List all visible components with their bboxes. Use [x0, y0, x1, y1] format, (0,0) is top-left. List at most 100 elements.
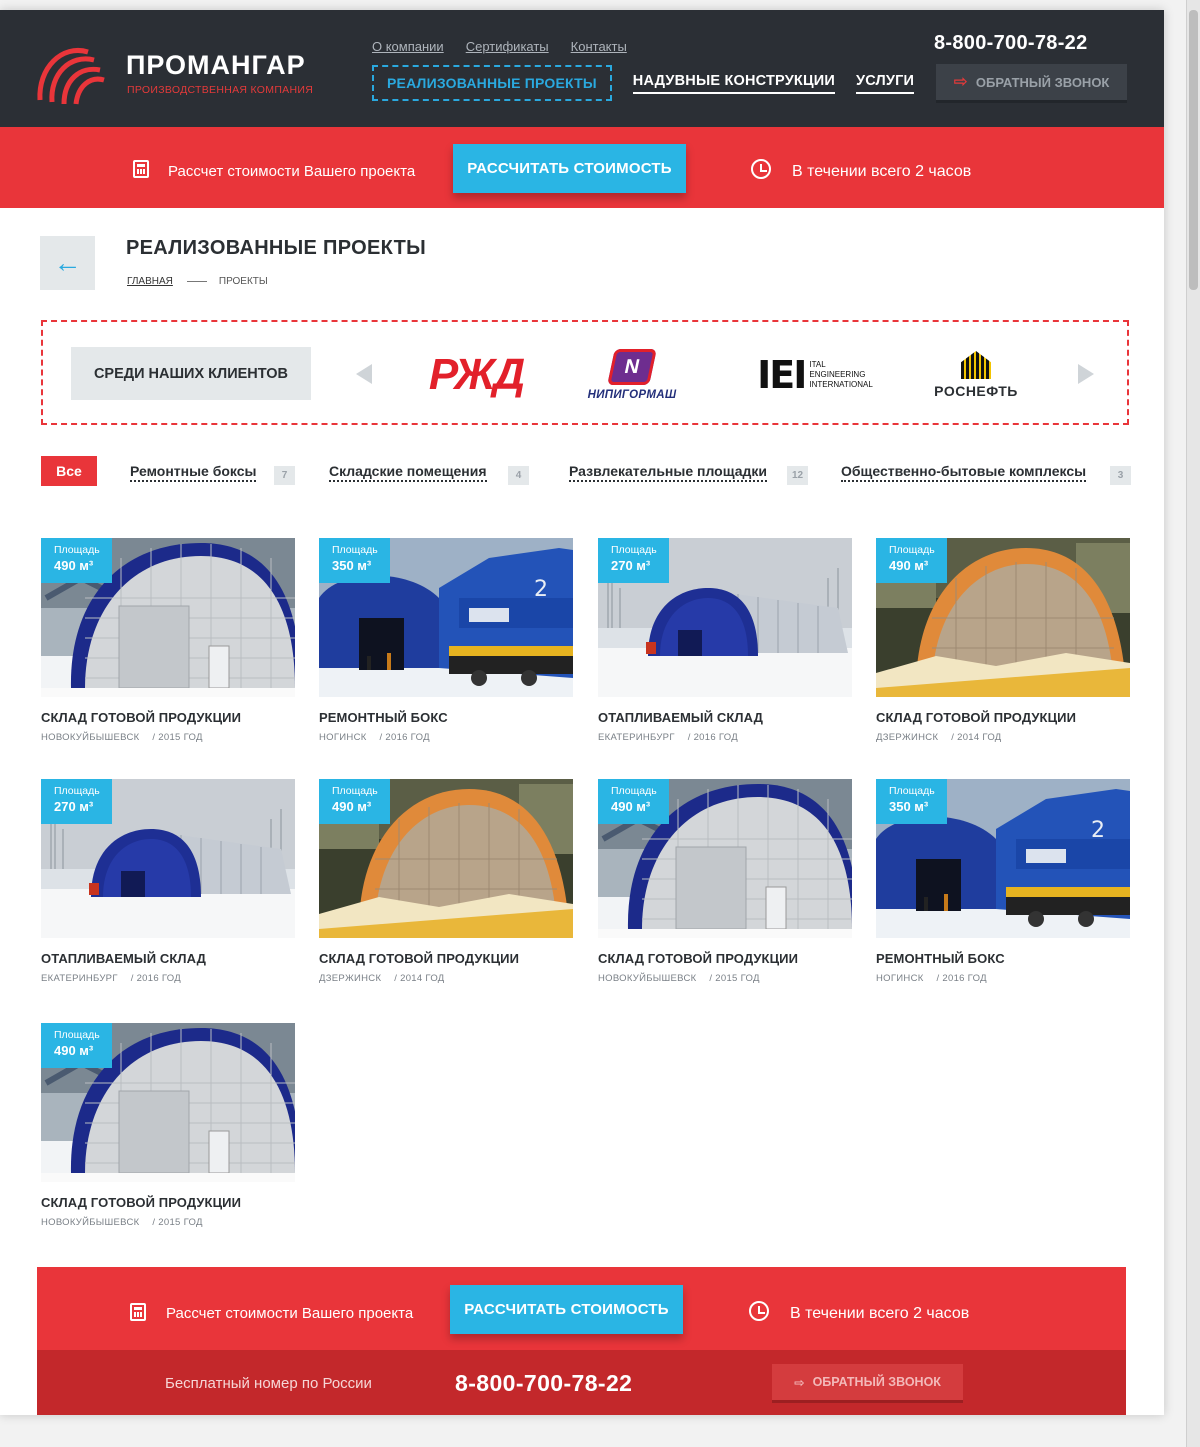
logo[interactable]: ПРОМАНГАР ПРОИЗВОДСТВЕННАЯ КОМПАНИЯ	[34, 38, 314, 108]
area-value: 270 м³	[611, 558, 651, 573]
breadcrumb-home[interactable]: ГЛАВНАЯ	[127, 276, 173, 287]
calculate-button[interactable]: РАССЧИТАТЬ СТОИМОСТЬ	[450, 1285, 683, 1334]
breadcrumb: ГЛАВНАЯ ПРОЕКТЫ	[127, 276, 268, 287]
project-city: НОГИНСК	[319, 732, 367, 743]
nav-inflatable[interactable]: НАДУВНЫЕ КОНСТРУКЦИИ	[632, 73, 835, 94]
project-photo[interactable]: Площадь 490 м³	[41, 538, 295, 697]
project-card[interactable]: Площадь 490 м³ СКЛАД ГОТОВОЙ ПРОДУКЦИИ Н…	[41, 538, 295, 743]
link-contacts[interactable]: Контакты	[571, 39, 627, 54]
project-city: ДЗЕРЖИНСК	[319, 973, 382, 984]
scrollbar-thumb[interactable]	[1189, 10, 1198, 290]
header-phone[interactable]: 8-800-700-78-22	[934, 32, 1088, 55]
callback-button[interactable]: ⇨ ОБРАТНЫЙ ЗВОНОК	[936, 64, 1127, 100]
project-card[interactable]: Площадь 350 м³ 2 РЕМОНТНЫЙ БОКС НОГИНСК …	[876, 779, 1130, 984]
project-card[interactable]: Площадь 350 м³ 2 РЕМОНТНЫЙ БОКС НОГИНСК …	[319, 538, 573, 743]
area-badge: Площадь 490 м³	[41, 538, 112, 583]
filter-count: 7	[274, 466, 295, 485]
project-title[interactable]: СКЛАД ГОТОВОЙ ПРОДУКЦИИ	[598, 951, 852, 966]
project-title[interactable]: СКЛАД ГОТОВОЙ ПРОДУКЦИИ	[41, 1195, 295, 1210]
nav-projects[interactable]: РЕАЛИЗОВАННЫЕ ПРОЕКТЫ	[372, 65, 612, 101]
project-title[interactable]: СКЛАД ГОТОВОЙ ПРОДУКЦИИ	[41, 710, 295, 725]
project-card[interactable]: Площадь 490 м³ СКЛАД ГОТОВОЙ ПРОДУКЦИИ Н…	[41, 1023, 295, 1228]
back-button[interactable]: ←	[40, 236, 95, 290]
project-card[interactable]: Площадь 490 м³ СКЛАД ГОТОВОЙ ПРОДУКЦИИ Д…	[319, 779, 573, 984]
breadcrumb-current: ПРОЕКТЫ	[218, 276, 268, 287]
area-label: Площадь	[889, 544, 935, 556]
nav-services[interactable]: УСЛУГИ	[856, 73, 915, 94]
category-filters: Все Ремонтные боксы 7 Складские помещени…	[41, 456, 1136, 488]
area-label: Площадь	[54, 785, 100, 797]
top-links: О компании Сертификаты Контакты	[372, 39, 627, 54]
project-year: / 2014 ГОД	[394, 973, 445, 984]
calculator-icon	[130, 1303, 146, 1321]
link-about[interactable]: О компании	[372, 39, 444, 54]
area-value: 350 м³	[332, 558, 372, 573]
nipigormash-mark: N	[607, 349, 657, 385]
project-year: / 2015 ГОД	[152, 1217, 203, 1228]
phone-exit-icon: ⇨	[794, 1375, 805, 1390]
project-meta: НОГИНСК / 2016 ГОД	[319, 732, 573, 743]
client-logo-rzd: РЖД	[421, 342, 531, 408]
project-photo[interactable]: Площадь 350 м³ 2	[876, 779, 1130, 938]
area-badge: Площадь 490 м³	[876, 538, 947, 583]
filter-all[interactable]: Все	[41, 456, 97, 486]
project-title[interactable]: СКЛАД ГОТОВОЙ ПРОДУКЦИИ	[319, 951, 573, 966]
project-title[interactable]: ОТАПЛИВАЕМЫЙ СКЛАД	[598, 710, 852, 725]
project-year: / 2016 ГОД	[687, 732, 738, 743]
carousel-next-icon[interactable]	[1078, 364, 1094, 384]
area-label: Площадь	[611, 785, 657, 797]
project-title[interactable]: ОТАПЛИВАЕМЫЙ СКЛАД	[41, 951, 295, 966]
project-photo[interactable]: Площадь 490 м³	[876, 538, 1130, 697]
area-value: 490 м³	[332, 799, 372, 814]
filter-count: 4	[508, 466, 529, 485]
project-year: / 2016 ГОД	[936, 973, 987, 984]
area-value: 490 м³	[611, 799, 651, 814]
area-label: Площадь	[332, 544, 378, 556]
promo-strip-bottom: Рассчет стоимости Вашего проекта РАССЧИТ…	[37, 1267, 1126, 1350]
project-meta: ДЗЕРЖИНСК / 2014 ГОД	[876, 732, 1130, 743]
area-value: 350 м³	[889, 799, 929, 814]
area-value: 270 м³	[54, 799, 94, 814]
footer-free-text: Бесплатный номер по России	[165, 1375, 372, 1392]
filter-repair-boxes[interactable]: Ремонтные боксы	[130, 463, 257, 482]
filter-entertainment[interactable]: Развлекательные площадки	[569, 463, 767, 482]
alarm-clock-icon	[749, 1301, 769, 1321]
project-card[interactable]: Площадь 490 м³ СКЛАД ГОТОВОЙ ПРОДУКЦИИ Н…	[598, 779, 852, 984]
carousel-prev-icon[interactable]	[356, 364, 372, 384]
area-value: 490 м³	[54, 558, 94, 573]
filter-public-complexes[interactable]: Общественно-бытовые комплексы	[841, 463, 1087, 482]
link-certificates[interactable]: Сертификаты	[466, 39, 549, 54]
iei-line-3: INTERNATIONAL	[809, 380, 873, 389]
rzd-text: РЖД	[428, 350, 525, 399]
footer-callback-button[interactable]: ⇨ ОБРАТНЫЙ ЗВОНОК	[772, 1364, 963, 1400]
project-title[interactable]: РЕМОНТНЫЙ БОКС	[876, 951, 1130, 966]
clients-label: СРЕДИ НАШИХ КЛИЕНТОВ	[71, 347, 311, 400]
project-title[interactable]: СКЛАД ГОТОВОЙ ПРОДУКЦИИ	[876, 710, 1130, 725]
filter-warehouses[interactable]: Складские помещения	[329, 463, 487, 482]
project-card[interactable]: Площадь 490 м³ СКЛАД ГОТОВОЙ ПРОДУКЦИИ Д…	[876, 538, 1130, 743]
project-photo[interactable]: Площадь 490 м³	[319, 779, 573, 938]
calculate-button[interactable]: РАССЧИТАТЬ СТОИМОСТЬ	[453, 144, 686, 193]
project-meta: НОГИНСК / 2016 ГОД	[876, 973, 1130, 984]
project-year: / 2014 ГОД	[951, 732, 1002, 743]
project-photo[interactable]: Площадь 490 м³	[41, 1023, 295, 1182]
project-year: / 2015 ГОД	[152, 732, 203, 743]
project-title[interactable]: РЕМОНТНЫЙ БОКС	[319, 710, 573, 725]
area-label: Площадь	[332, 785, 378, 797]
project-year: / 2016 ГОД	[130, 973, 181, 984]
project-photo[interactable]: Площадь 490 м³	[598, 779, 852, 938]
project-card[interactable]: Площадь 270 м³ ОТАПЛИВАЕМЫЙ СКЛАД ЕКАТЕР…	[598, 538, 852, 743]
project-photo[interactable]: Площадь 270 м³	[41, 779, 295, 938]
rosneft-emblem-icon	[961, 351, 991, 379]
svg-text:2: 2	[534, 577, 548, 602]
scrollbar[interactable]	[1186, 0, 1200, 1447]
project-photo[interactable]: Площадь 350 м³ 2	[319, 538, 573, 697]
promo-strip-top: Рассчет стоимости Вашего проекта РАССЧИТ…	[0, 127, 1164, 208]
area-badge: Площадь 350 м³	[319, 538, 390, 583]
area-badge: Площадь 490 м³	[598, 779, 669, 824]
footer-phone[interactable]: 8-800-700-78-22	[455, 1370, 632, 1397]
area-badge: Площадь 350 м³	[876, 779, 947, 824]
iei-text: IEI	[757, 353, 807, 397]
project-photo[interactable]: Площадь 270 м³	[598, 538, 852, 697]
project-card[interactable]: Площадь 270 м³ ОТАПЛИВАЕМЫЙ СКЛАД ЕКАТЕР…	[41, 779, 295, 984]
